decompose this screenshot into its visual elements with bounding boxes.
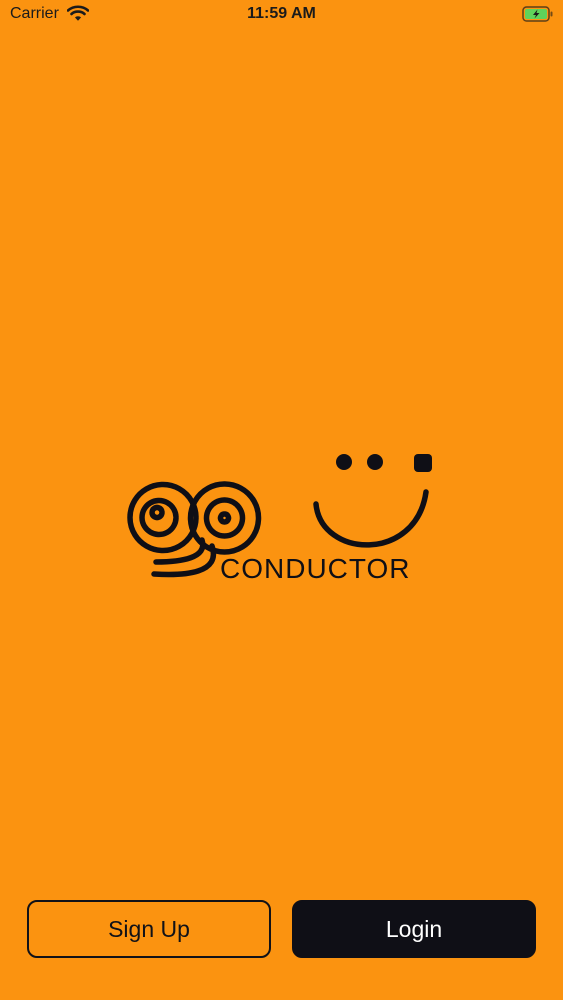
splash-screen: Carrier 11:59 AM CONDUCTOR Sign Up Login — [0, 0, 563, 1000]
battery-charging-icon — [522, 6, 553, 22]
status-bar: Carrier 11:59 AM — [0, 0, 563, 30]
login-button[interactable]: Login — [292, 900, 536, 958]
login-label: Login — [385, 915, 443, 942]
sign-up-label: Sign Up — [108, 915, 190, 942]
sign-up-button[interactable]: Sign Up — [27, 900, 271, 958]
status-time: 11:59 AM — [247, 5, 316, 22]
logo-wordmark: CONDUCTOR — [220, 553, 411, 584]
